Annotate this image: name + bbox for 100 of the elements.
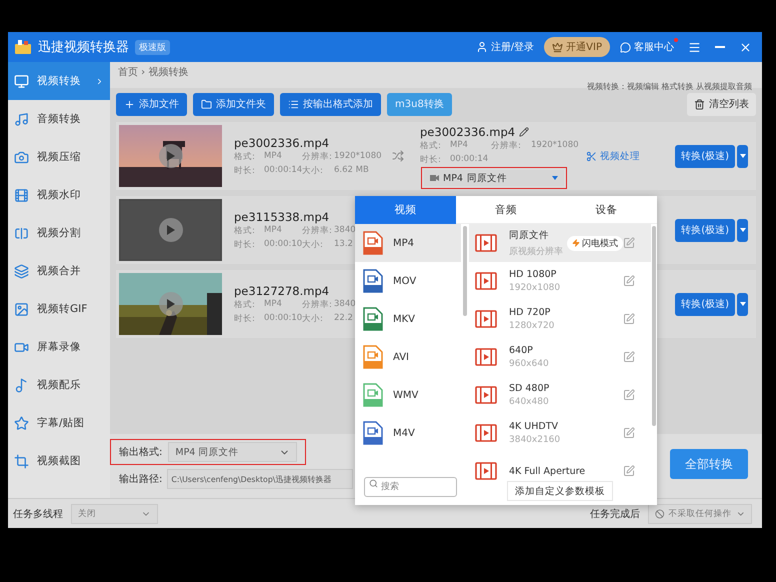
preset-detail: 1920x1080 xyxy=(509,283,562,293)
sidebar-item[interactable]: 视频截图 xyxy=(8,442,110,480)
scissors-icon xyxy=(586,150,597,162)
sidebar-item[interactable]: 视频分割 xyxy=(8,214,110,252)
convert-button[interactable]: 转换(极速) xyxy=(675,144,735,168)
close-icon xyxy=(739,40,752,54)
sidebar-item[interactable]: 视频转换 xyxy=(8,62,110,100)
convert-button[interactable]: 转换(极速) xyxy=(675,292,735,316)
meta-label: 分辨率: xyxy=(302,298,333,310)
vip-button[interactable]: 开通VIP xyxy=(544,37,610,57)
meta-value: 1920*1080 xyxy=(334,150,383,162)
preset-name: 4K UHDTV xyxy=(509,421,560,432)
meta-label: 格式: xyxy=(234,298,256,310)
film-icon xyxy=(475,272,497,290)
edit-icon[interactable] xyxy=(623,275,635,287)
file-name: pe3115338.mp4 xyxy=(234,210,330,224)
meta-label: 格式: xyxy=(420,140,442,152)
film-icon xyxy=(14,188,29,202)
toolbar-button[interactable]: 添加文件夹 xyxy=(193,92,274,116)
format-tab[interactable]: 设备 xyxy=(556,196,658,224)
music-icon xyxy=(14,112,29,126)
meta-value: 13.2 xyxy=(334,238,354,250)
clear-list-button[interactable]: 清空列表 xyxy=(687,92,756,116)
add-template-button[interactable]: 添加自定义参数模板 xyxy=(507,481,613,501)
sidebar-item[interactable]: 视频水印 xyxy=(8,176,110,214)
mode-badge: 闪电模式 xyxy=(567,236,623,250)
support-button[interactable]: 客服中心 xyxy=(616,40,678,54)
caret-icon xyxy=(552,176,558,180)
output-path-label: 输出路径: xyxy=(119,472,162,486)
video-file-icon xyxy=(363,345,383,369)
output-format-select[interactable]: MP4 同原文件 xyxy=(168,442,297,462)
edit-icon[interactable] xyxy=(623,465,635,477)
camera-icon xyxy=(14,150,29,164)
meta-value: MP4 xyxy=(264,298,283,310)
breadcrumb: 首页 › 视频转换 xyxy=(118,66,190,79)
sidebar-item[interactable]: 视频压缩 xyxy=(8,138,110,176)
preset-item[interactable]: 同原文件 原视频分辨率 闪电模式 xyxy=(469,224,651,262)
sidebar-item[interactable]: 音频转换 xyxy=(8,100,110,138)
film-icon xyxy=(475,462,497,480)
crop-icon xyxy=(14,454,29,468)
preset-name: HD 720P xyxy=(509,307,552,318)
edit-icon[interactable] xyxy=(623,389,635,401)
sidebar-item[interactable]: 字幕/贴图 xyxy=(8,404,110,442)
format-tab[interactable]: 音频 xyxy=(456,196,556,224)
sidebar-item[interactable]: 视频转GIF xyxy=(8,290,110,328)
file-name: pe3127278.mp4 xyxy=(234,284,330,298)
sidebar-item[interactable]: 屏幕录像 xyxy=(8,328,110,366)
split-icon xyxy=(14,226,29,240)
layers-icon xyxy=(14,264,29,278)
video-file-icon xyxy=(363,307,383,331)
sidebar-item[interactable]: 视频配乐 xyxy=(8,366,110,404)
convert-menu-button[interactable] xyxy=(737,144,748,168)
toolbar-button[interactable]: 按输出格式添加 xyxy=(280,92,381,116)
star-icon xyxy=(14,416,29,430)
trash-icon xyxy=(694,98,705,110)
crown-icon xyxy=(552,42,564,52)
meta-value: 00:00:10 xyxy=(264,312,302,324)
folder-icon xyxy=(201,98,212,110)
edit-icon[interactable] xyxy=(623,351,635,363)
format-tab[interactable]: 视频 xyxy=(355,196,456,224)
preset-detail: 原视频分辨率 xyxy=(509,246,564,258)
shuffle-icon xyxy=(392,150,404,162)
monitor-icon xyxy=(14,74,29,88)
format-item[interactable]: MP4 xyxy=(355,224,461,262)
caret-icon xyxy=(740,228,746,232)
convert-menu-button[interactable] xyxy=(737,292,748,316)
meta-label: 格式: xyxy=(234,224,256,236)
meta-value: 00:00:14 xyxy=(264,164,302,176)
search-icon xyxy=(369,479,378,488)
menu-icon xyxy=(688,40,701,54)
edit-icon[interactable] xyxy=(623,313,635,325)
edit-icon[interactable] xyxy=(623,427,635,439)
list-icon xyxy=(288,98,299,110)
film-icon xyxy=(475,234,497,252)
preset-name: 640P xyxy=(509,345,534,356)
toolbar-button[interactable]: 添加文件 xyxy=(116,92,187,116)
meta-label: 分辨率: xyxy=(302,224,333,236)
video-file-icon xyxy=(363,269,383,293)
login-button[interactable]: 注册/登录 xyxy=(472,40,538,54)
hint-text: 视频转换：视频编辑 格式转换 从视频提取音频 xyxy=(586,81,752,92)
meta-label: 分辨率: xyxy=(491,140,522,152)
preset-detail: 1280x720 xyxy=(509,321,556,331)
preset-detail: 960x640 xyxy=(509,359,550,369)
sidebar-item[interactable]: 视频合并 xyxy=(8,252,110,290)
output-format-dropdown[interactable]: MP4 同原文件 xyxy=(424,170,564,186)
output-file-name: pe3002336.mp4 xyxy=(420,125,516,139)
video-file-icon xyxy=(363,231,383,255)
lightning-icon xyxy=(572,239,580,247)
pencil-icon[interactable] xyxy=(519,127,530,137)
preset-name: 同原文件 xyxy=(509,228,550,242)
film-icon xyxy=(475,386,497,404)
after-task-label: 任务完成后 xyxy=(590,508,640,520)
preset-detail: 640x480 xyxy=(509,397,550,407)
film-icon xyxy=(475,424,497,442)
video-file-icon xyxy=(363,383,383,407)
convert-button[interactable]: 转换(极速) xyxy=(675,218,735,242)
music-icon xyxy=(14,378,29,392)
meta-value: MP4 xyxy=(264,224,283,236)
search-field[interactable]: 搜索 xyxy=(364,477,457,497)
convert-menu-button[interactable] xyxy=(737,218,748,242)
